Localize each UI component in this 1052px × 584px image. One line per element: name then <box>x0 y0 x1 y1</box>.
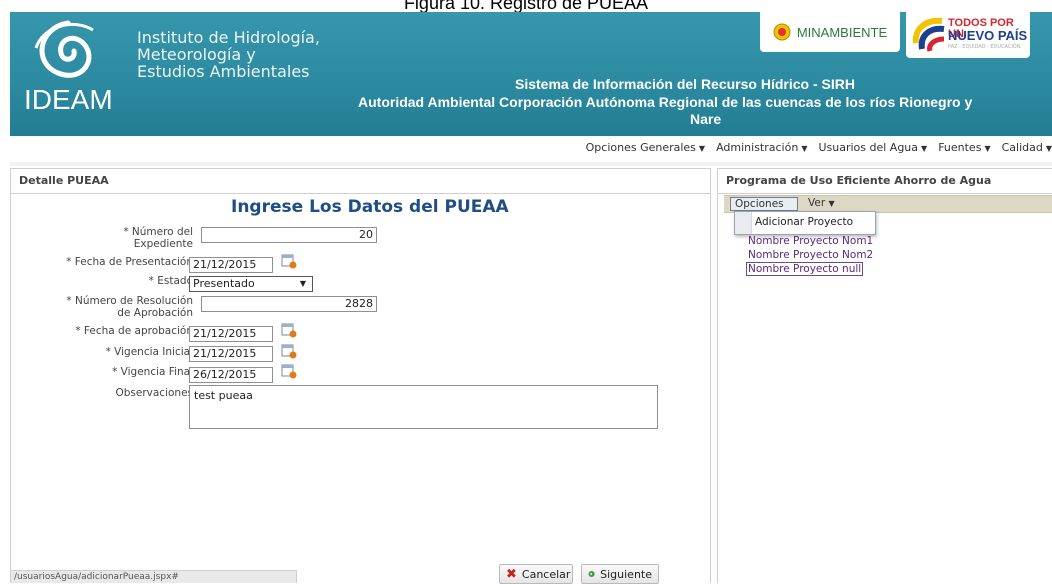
pueaa-detail-panel: Detalle PUEAA Ingrese Los Datos del PUEA… <box>10 168 711 584</box>
caret-down-icon: ▼ <box>828 199 835 208</box>
panel-title: Detalle PUEAA <box>11 169 710 194</box>
nav-usuarios-del-agua[interactable]: Usuarios del Agua ▼ <box>818 141 927 154</box>
nav-label: Administración <box>716 141 799 154</box>
ver-menu[interactable]: Ver ▼ <box>804 197 844 211</box>
caret-down-icon: ▼ <box>984 144 991 153</box>
expediente-label: * Número del Expediente <box>71 226 193 250</box>
cancel-label: Cancelar <box>521 567 571 581</box>
label-line: de Aprobación <box>117 307 193 319</box>
institution-line: Estudios Ambientales <box>137 62 310 81</box>
fecha-aprobacion-field[interactable]: 21/12/2015 <box>189 326 273 342</box>
nav-administracion[interactable]: Administración ▼ <box>716 141 807 154</box>
next-button[interactable]: Siguiente <box>581 564 659 584</box>
estado-label: * Estado <box>148 275 193 287</box>
minambiente-seal-icon <box>773 23 791 41</box>
nav-calidad[interactable]: Calidad ▼ <box>1002 141 1052 154</box>
institution-name: Instituto de Hidrología, Meteorología y … <box>137 29 320 80</box>
resolucion-label: * Número de Resolución de Aprobación <box>51 295 193 319</box>
fecha-aprobacion-label: * Fecha de aprobación <box>75 325 193 337</box>
browser-status-bar: /usuariosAgua/adicionarPueaa.jspx# <box>10 570 297 583</box>
gov-logo: TODOS POR UN NUEVO PAÍS PAZ · EQUIDAD · … <box>906 12 1030 58</box>
vigencia-final-label: * Vigencia Final <box>112 366 193 378</box>
ideam-logo-text: IDEAM <box>24 84 113 115</box>
observaciones-textarea[interactable]: test pueaa <box>189 385 658 429</box>
minambiente-label: MINAMBIENTE <box>796 24 888 40</box>
authority-title: Autoridad Ambiental Corporación Autónoma… <box>358 94 973 110</box>
cancel-button[interactable]: ✖ Cancelar <box>499 564 573 584</box>
label-line: Expediente <box>133 238 193 250</box>
nav-fuentes[interactable]: Fuentes ▼ <box>938 141 990 154</box>
ideam-swirl-icon <box>34 20 94 78</box>
system-title: Sistema de Información del Recurso Hídri… <box>515 76 855 92</box>
nav-label: Usuarios del Agua <box>818 141 919 154</box>
vigencia-final-field[interactable]: 26/12/2015 <box>189 367 273 383</box>
opciones-dropdown: Adicionar Proyecto <box>734 211 876 235</box>
main-navbar: Opciones Generales ▼ Administración ▼ Usua… <box>10 136 1052 163</box>
project-link-selected[interactable]: Nombre Proyecto null <box>746 262 864 276</box>
caret-down-icon: ▼ <box>1045 144 1052 153</box>
nav-label: Fuentes <box>938 141 982 154</box>
institution-line: Instituto de Hidrología, <box>137 28 320 47</box>
nav-label: Calidad <box>1001 141 1043 154</box>
project-link[interactable]: Nombre Proyecto Nom2 <box>748 249 873 261</box>
calendar-icon[interactable] <box>281 322 297 338</box>
observaciones-label: Observaciones <box>115 387 193 399</box>
estado-select[interactable]: Presentado ▼ <box>189 276 313 292</box>
authority-title-cont: Nare <box>690 111 722 127</box>
label-line: * Número del <box>123 226 193 238</box>
nav-opciones-generales[interactable]: Opciones Generales ▼ <box>586 141 705 154</box>
dropdown-icon-strip <box>735 212 752 234</box>
ver-label: Ver <box>808 197 826 209</box>
opciones-label: Opciones <box>735 198 784 210</box>
app-header: IDEAM Instituto de Hidrología, Meteorolo… <box>10 12 1052 136</box>
calendar-icon[interactable] <box>281 363 297 379</box>
chevron-down-icon: ▼ <box>299 279 306 288</box>
panel-title: Programa de Uso Eficiente Ahorro de Agua <box>718 169 1052 194</box>
programa-panel: Programa de Uso Eficiente Ahorro de Agua… <box>717 168 1052 583</box>
vigencia-inicial-label: * Vigencia Inicial <box>105 346 193 358</box>
caret-down-icon: ▼ <box>921 144 928 153</box>
opciones-menu[interactable]: Opciones ⌄ <box>730 197 798 222</box>
gov-logo-line: PAZ · EQUIDAD · EDUCACIÓN <box>948 44 1021 50</box>
institution-line: Meteorología y <box>137 45 256 64</box>
resolucion-field[interactable]: 2828 <box>201 296 377 312</box>
gov-swoosh-icon <box>912 17 945 52</box>
nav-label: Opciones Generales <box>585 141 696 154</box>
separator-band <box>10 162 1052 166</box>
minambiente-logo: MINAMBIENTE <box>760 12 900 52</box>
calendar-icon[interactable] <box>281 253 297 269</box>
figure-caption: Figura 10. Registro de PUEAA <box>403 0 649 12</box>
cancel-x-icon: ✖ <box>506 566 517 582</box>
fecha-presentacion-field[interactable]: 21/12/2015 <box>189 257 273 273</box>
vigencia-inicial-field[interactable]: 21/12/2015 <box>189 346 273 362</box>
next-label: Siguiente <box>600 567 652 581</box>
menu-item-adicionar-proyecto[interactable]: Adicionar Proyecto <box>755 216 853 228</box>
next-arrow-icon <box>588 570 595 578</box>
fecha-presentacion-label: * Fecha de Presentación <box>66 256 193 268</box>
form-title: Ingrese Los Datos del PUEAA <box>231 197 509 217</box>
gov-logo-line: NUEVO PAÍS <box>948 28 1028 43</box>
expediente-field[interactable]: 20 <box>201 227 377 243</box>
project-link[interactable]: Nombre Proyecto Nom1 <box>748 235 873 247</box>
label-line: * Número de Resolución <box>66 295 193 307</box>
caret-down-icon: ▼ <box>801 144 808 153</box>
estado-selected-value: Presentado <box>193 277 255 290</box>
caret-down-icon: ▼ <box>698 144 706 153</box>
calendar-icon[interactable] <box>281 343 297 359</box>
